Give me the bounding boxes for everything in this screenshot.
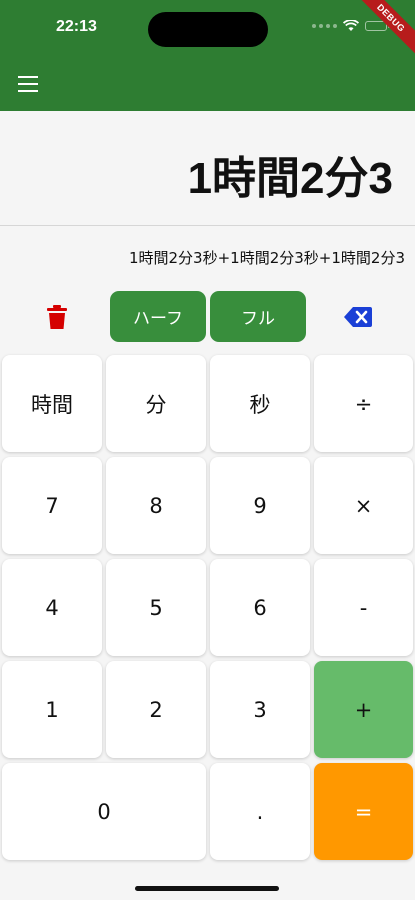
display-divider xyxy=(0,225,415,226)
signal-icon xyxy=(312,24,337,28)
minus-key[interactable]: - xyxy=(314,559,413,656)
dynamic-island xyxy=(148,12,268,47)
digit-4-key[interactable]: 4 xyxy=(2,559,102,656)
trash-icon[interactable] xyxy=(46,304,68,330)
digit-7-key[interactable]: 7 xyxy=(2,457,102,554)
home-indicator xyxy=(135,886,279,891)
digit-8-key[interactable]: 8 xyxy=(106,457,206,554)
second-key[interactable]: 秒 xyxy=(210,355,310,452)
digit-0-key[interactable]: 0 xyxy=(2,763,206,860)
menu-icon[interactable] xyxy=(18,76,38,92)
status-icons xyxy=(312,20,390,32)
digit-1-key[interactable]: 1 xyxy=(2,661,102,758)
equals-key[interactable]: = xyxy=(314,763,413,860)
digit-6-key[interactable]: 6 xyxy=(210,559,310,656)
wifi-icon xyxy=(343,20,359,31)
app-bar: 22:13 DEBUG xyxy=(0,0,415,111)
plus-key[interactable]: + xyxy=(314,661,413,758)
minute-key[interactable]: 分 xyxy=(106,355,206,452)
backspace-icon[interactable] xyxy=(344,306,372,328)
half-width-button[interactable]: ハーフ xyxy=(110,291,206,342)
full-width-button[interactable]: フル xyxy=(210,291,306,342)
expression-display: 1時間2分3秒+1時間2分3秒+1時間2分3 xyxy=(128,249,405,267)
digit-3-key[interactable]: 3 xyxy=(210,661,310,758)
digit-5-key[interactable]: 5 xyxy=(106,559,206,656)
decimal-point-key[interactable]: . xyxy=(210,763,310,860)
status-time: 22:13 xyxy=(56,18,97,35)
multiply-key[interactable]: × xyxy=(314,457,413,554)
divide-key[interactable]: ÷ xyxy=(314,355,413,452)
digit-2-key[interactable]: 2 xyxy=(106,661,206,758)
digit-9-key[interactable]: 9 xyxy=(210,457,310,554)
result-display: 1時間2分3 xyxy=(187,154,393,203)
hour-key[interactable]: 時間 xyxy=(2,355,102,452)
